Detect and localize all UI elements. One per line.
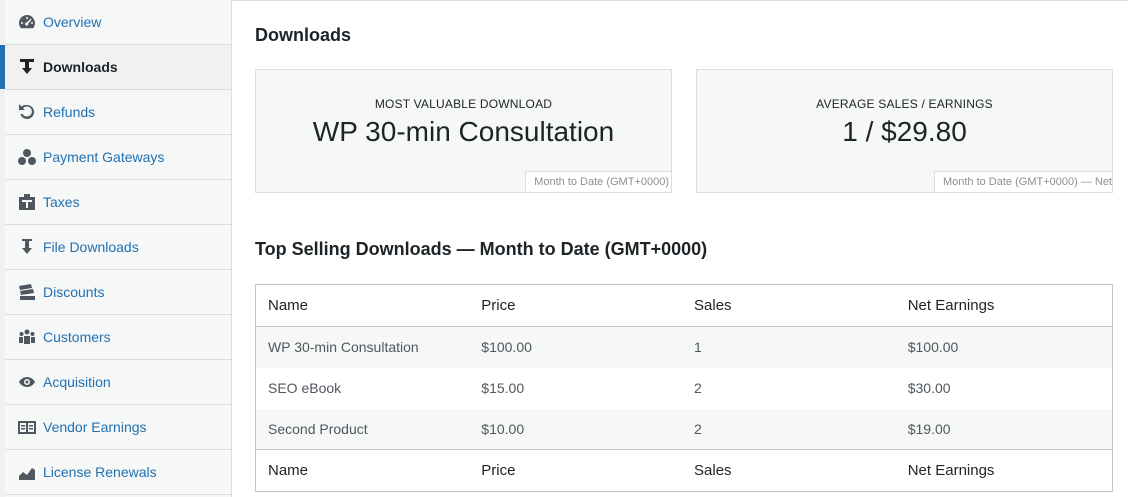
most-valuable-download-tile: MOST VALUABLE DOWNLOAD WP 30-min Consult… (255, 69, 672, 193)
users-icon (16, 326, 38, 348)
sidebar-item-label: Vendor Earnings (43, 419, 147, 435)
cell-price: $100.00 (481, 339, 532, 356)
column-header-price: Price (469, 284, 683, 327)
cell-sales: 2 (694, 380, 702, 396)
tile-label: MOST VALUABLE DOWNLOAD (374, 97, 553, 111)
table-header-row: Name Price Sales Net Earnings (255, 284, 1113, 327)
cell-net-earnings: $30.00 (907, 380, 951, 396)
report-content: Downloads MOST VALUABLE DOWNLOAD WP 30-m… (232, 0, 1128, 497)
sidebar-item-label: Downloads (43, 59, 118, 75)
dashboard-icon (16, 11, 38, 33)
column-footer-price: Price (469, 449, 683, 492)
sidebar-item-label: License Renewals (43, 464, 157, 480)
sidebar-item-label: Acquisition (43, 374, 111, 390)
cell-net-earnings: $19.00 (907, 420, 951, 437)
cell-name: SEO eBook (268, 380, 342, 396)
cell-net-earnings: $100.00 (907, 339, 959, 356)
sidebar-item-license-renewals[interactable]: License Renewals (5, 450, 231, 495)
column-footer-name: Name (255, 449, 470, 492)
column-footer-sales: Sales (682, 449, 896, 492)
cell-name: Second Product (268, 420, 368, 437)
tile-footnote: Month to Date (GMT+0000) — Net (933, 171, 1112, 192)
top-selling-downloads-table: Name Price Sales Net Earnings WP 30-min … (255, 284, 1113, 492)
bank-icon (16, 191, 38, 213)
average-sales-earnings-tile: AVERAGE SALES / EARNINGS 1 / $29.80 Mont… (696, 69, 1113, 193)
sidebar-item-vendor-earnings[interactable]: Vendor Earnings (5, 405, 231, 450)
sidebar-item-overview[interactable]: Overview (5, 0, 231, 45)
cell-price: $15.00 (481, 380, 525, 396)
download-icon (16, 236, 38, 258)
sidebar-item-refunds[interactable]: Refunds (5, 90, 231, 135)
column-header-net-earnings: Net Earnings (895, 284, 1113, 327)
vendor-icon (16, 416, 38, 438)
cell-sales: 1 (694, 339, 702, 356)
sidebar-item-discounts[interactable]: Discounts (5, 270, 231, 315)
chart-area-icon (16, 461, 38, 483)
groups-icon (16, 146, 38, 168)
sidebar-item-label: Overview (43, 14, 102, 30)
tile-footnote: Month to Date (GMT+0000) (525, 171, 671, 192)
sidebar-item-taxes[interactable]: Taxes (5, 180, 231, 225)
page-title: Downloads (255, 25, 352, 45)
sidebar-item-label: Customers (43, 329, 111, 345)
tile-value: WP 30-min Consultation (312, 116, 615, 147)
sidebar-item-file-downloads[interactable]: File Downloads (5, 225, 231, 270)
sidebar-item-label: Discounts (43, 284, 105, 300)
reports-sidebar: Overview Downloads Refunds Payment Gatew… (0, 0, 232, 497)
table-title: Top Selling Downloads — Month to Date (G… (255, 239, 708, 259)
column-footer-net-earnings: Net Earnings (895, 449, 1113, 492)
table-row: WP 30-min Consultation $100.00 1 $100.00 (255, 326, 1113, 368)
sidebar-item-customers[interactable]: Customers (5, 315, 231, 360)
table-footer-row: Name Price Sales Net Earnings (255, 449, 1113, 492)
tile-value: 1 / $29.80 (842, 116, 967, 147)
sidebar-item-downloads[interactable]: Downloads (0, 45, 231, 90)
sidebar-item-label: File Downloads (43, 239, 139, 255)
tickets-icon (16, 281, 38, 303)
cell-price: $10.00 (481, 420, 525, 437)
column-header-name: Name (255, 284, 470, 327)
cell-sales: 2 (694, 420, 702, 437)
cell-name: WP 30-min Consultation (268, 339, 419, 356)
sidebar-item-payment-gateways[interactable]: Payment Gateways (5, 135, 231, 180)
visibility-icon (16, 371, 38, 393)
undo-icon (16, 101, 38, 123)
sidebar-item-label: Payment Gateways (43, 149, 165, 165)
download-icon (16, 56, 38, 78)
sidebar-item-label: Refunds (43, 104, 96, 120)
sidebar-item-acquisition[interactable]: Acquisition (5, 360, 231, 405)
table-row: SEO eBook $15.00 2 $30.00 (256, 368, 1113, 409)
sidebar-item-label: Taxes (43, 194, 80, 210)
tile-label: AVERAGE SALES / EARNINGS (816, 97, 993, 111)
column-header-sales: Sales (682, 284, 896, 327)
table-row: Second Product $10.00 2 $19.00 (255, 408, 1113, 450)
